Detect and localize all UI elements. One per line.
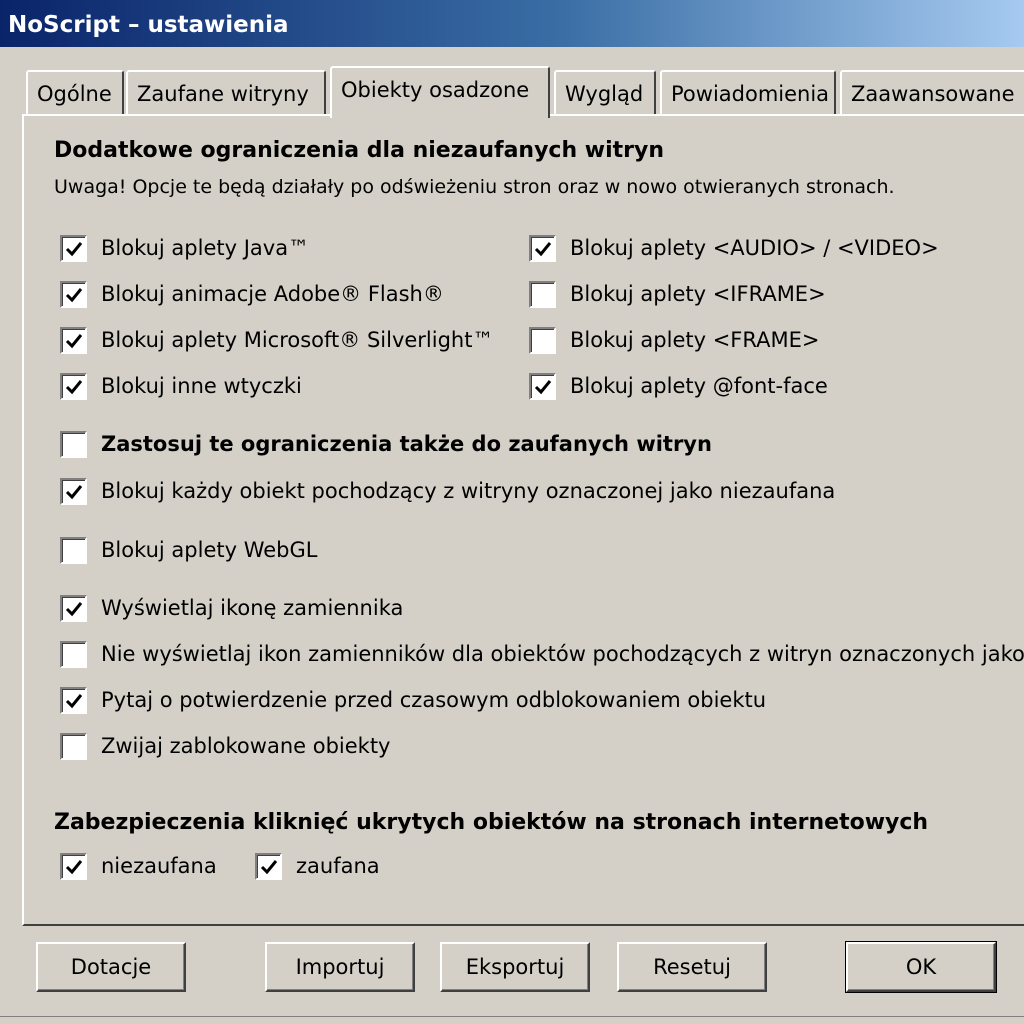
block-iframe-label: Blokuj aplety <IFRAME>	[570, 282, 826, 306]
block-webgl-label: Blokuj aplety WebGL	[101, 538, 318, 562]
apply-to-trusted-label: Zastosuj te ograniczenia także do zaufan…	[101, 432, 712, 456]
tab-general[interactable]: Ogólne	[26, 70, 124, 116]
block-other-plugins-option[interactable]: Blokuj inne wtyczki	[60, 371, 302, 401]
clickjacking-untrusted-label: niezaufana	[101, 854, 217, 878]
block-frame-label: Blokuj aplety <FRAME>	[570, 328, 820, 352]
donate-button[interactable]: Dotacje	[36, 942, 186, 992]
ok-button[interactable]: OK	[845, 941, 997, 993]
clickjacking-trusted-option[interactable]: zaufana	[255, 851, 380, 881]
tab-appearance[interactable]: Wygląd	[554, 70, 656, 116]
block-other-plugins-checkbox[interactable]	[60, 372, 87, 400]
tab-embedded-objects[interactable]: Obiekty osadzone	[330, 66, 550, 118]
block-webgl-option[interactable]: Blokuj aplety WebGL	[60, 535, 317, 565]
apply-to-trusted-checkbox[interactable]	[60, 430, 87, 458]
import-button[interactable]: Importuj	[265, 942, 415, 992]
block-java-option[interactable]: Blokuj aplety Java™	[60, 233, 309, 263]
confirm-unblock-label: Pytaj o potwierdzenie przed czasowym odb…	[101, 688, 767, 712]
clickjacking-trusted-checkbox[interactable]	[255, 852, 282, 880]
window-title: NoScript – ustawienia	[0, 0, 1024, 47]
untrusted-restrictions-heading: Dodatkowe ograniczenia dla niezaufanych …	[54, 138, 665, 163]
block-audio-video-option[interactable]: Blokuj aplety <AUDIO> / <VIDEO>	[529, 233, 939, 263]
tab-trusted-sites[interactable]: Zaufane witryny	[126, 70, 326, 116]
clickjacking-trusted-label: zaufana	[296, 854, 380, 878]
show-placeholder-label: Wyświetlaj ikonę zamiennika	[101, 596, 404, 620]
clickjacking-untrusted-checkbox[interactable]	[60, 852, 87, 880]
block-iframe-option[interactable]: Blokuj aplety <IFRAME>	[529, 279, 826, 309]
collapse-blocked-label: Zwijaj zablokowane obiekty	[101, 734, 391, 758]
confirm-unblock-checkbox[interactable]	[60, 686, 87, 714]
block-java-label: Blokuj aplety Java™	[101, 236, 310, 260]
block-other-plugins-label: Blokuj inne wtyczki	[101, 374, 302, 398]
block-audio-video-checkbox[interactable]	[529, 234, 556, 262]
collapse-blocked-checkbox[interactable]	[60, 732, 87, 760]
block-frame-checkbox[interactable]	[529, 326, 556, 354]
block-flash-option[interactable]: Blokuj animacje Adobe® Flash®	[60, 279, 444, 309]
reset-button[interactable]: Resetuj	[617, 942, 767, 992]
clickjacking-untrusted-option[interactable]: niezaufana	[60, 851, 217, 881]
block-silverlight-checkbox[interactable]	[60, 326, 87, 354]
embedded-objects-panel: Dodatkowe ograniczenia dla niezaufanych …	[22, 114, 1024, 926]
show-placeholder-checkbox[interactable]	[60, 594, 87, 622]
block-flash-checkbox[interactable]	[60, 280, 87, 308]
window-bottom-edge	[0, 1016, 1024, 1024]
block-font-face-checkbox[interactable]	[529, 372, 556, 400]
hide-placeholder-untrusted-option[interactable]: Nie wyświetlaj ikon zamienników dla obie…	[60, 639, 1024, 669]
reload-note: Uwaga! Opcje te będą działały po odśwież…	[54, 176, 895, 198]
hide-placeholder-untrusted-label: Nie wyświetlaj ikon zamienników dla obie…	[101, 642, 1024, 666]
block-font-face-label: Blokuj aplety @font-face	[570, 374, 828, 398]
show-placeholder-option[interactable]: Wyświetlaj ikonę zamiennika	[60, 593, 403, 623]
block-untrusted-objects-option[interactable]: Blokuj każdy obiekt pochodzący z witryny…	[60, 476, 835, 506]
block-java-checkbox[interactable]	[60, 234, 87, 262]
collapse-blocked-option[interactable]: Zwijaj zablokowane obiekty	[60, 731, 390, 761]
block-font-face-option[interactable]: Blokuj aplety @font-face	[529, 371, 828, 401]
hide-placeholder-untrusted-checkbox[interactable]	[60, 640, 87, 668]
block-frame-option[interactable]: Blokuj aplety <FRAME>	[529, 325, 819, 355]
clickjacking-heading: Zabezpieczenia kliknięć ukrytych obiektó…	[54, 810, 929, 835]
block-untrusted-objects-checkbox[interactable]	[60, 477, 87, 505]
block-silverlight-option[interactable]: Blokuj aplety Microsoft® Silverlight™	[60, 325, 493, 355]
block-iframe-checkbox[interactable]	[529, 280, 556, 308]
block-silverlight-label: Blokuj aplety Microsoft® Silverlight™	[101, 328, 494, 352]
apply-to-trusted-option[interactable]: Zastosuj te ograniczenia także do zaufan…	[60, 429, 712, 459]
block-webgl-checkbox[interactable]	[60, 536, 87, 564]
block-untrusted-objects-label: Blokuj każdy obiekt pochodzący z witryny…	[101, 479, 836, 503]
block-flash-label: Blokuj animacje Adobe® Flash®	[101, 282, 444, 306]
block-audio-video-label: Blokuj aplety <AUDIO> / <VIDEO>	[570, 236, 939, 260]
export-button[interactable]: Eksportuj	[440, 942, 590, 992]
tab-notifications[interactable]: Powiadomienia	[660, 70, 836, 116]
confirm-unblock-option[interactable]: Pytaj o potwierdzenie przed czasowym odb…	[60, 685, 766, 715]
tab-advanced[interactable]: Zaawansowane	[840, 70, 1024, 116]
